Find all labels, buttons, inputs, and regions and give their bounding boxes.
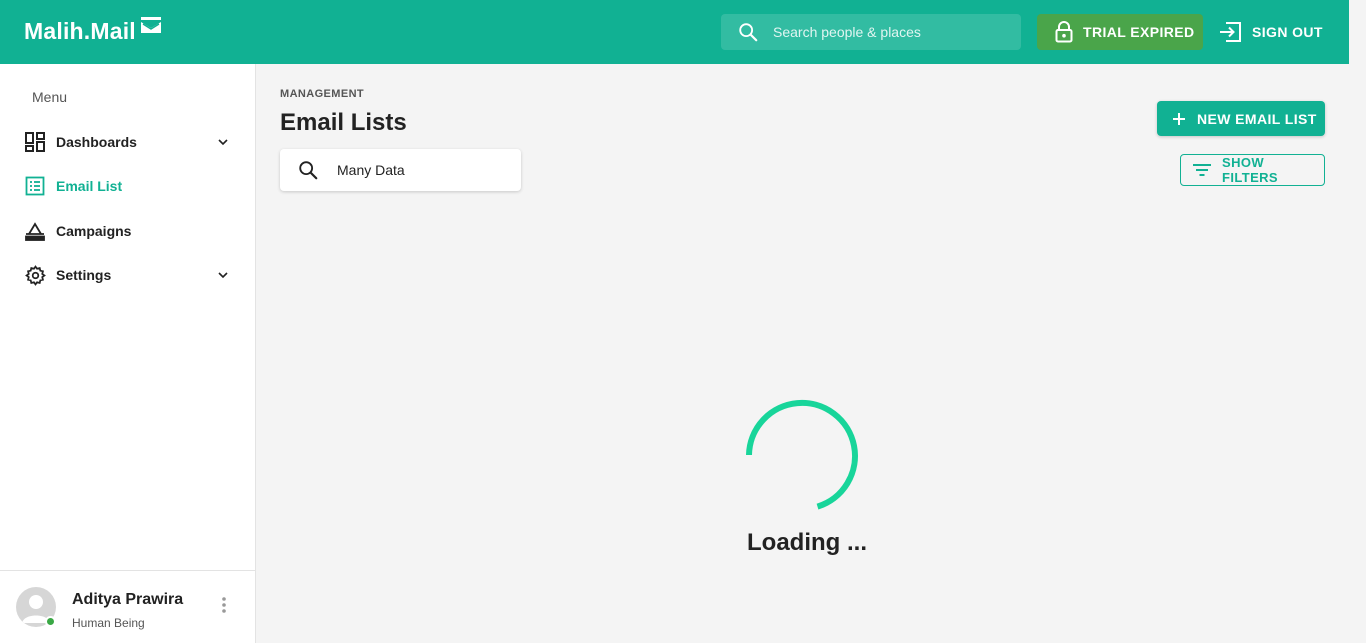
global-search[interactable]	[721, 14, 1021, 50]
sidebar-item-dashboards[interactable]: Dashboards	[0, 122, 255, 162]
campaign-icon	[25, 221, 45, 241]
user-role: Human Being	[72, 616, 145, 630]
brand-logo[interactable]: Malih.Mail	[24, 15, 162, 45]
mail-icon	[140, 15, 162, 42]
sidebar-item-label: Settings	[56, 267, 112, 283]
filter-icon	[1192, 162, 1212, 178]
online-status-dot	[45, 616, 56, 627]
sidebar-item-label: Campaigns	[56, 223, 132, 239]
brand-name: Malih.Mail	[24, 18, 136, 44]
user-name: Aditya Prawira	[72, 591, 184, 608]
top-app-bar: Malih.Mail TRIAL EXPIRED SIGN OUT	[0, 0, 1349, 64]
dashboard-icon	[25, 132, 45, 152]
loading-text: Loading ...	[747, 529, 867, 556]
lock-icon	[1055, 21, 1073, 43]
breadcrumb: MANAGEMENT	[280, 88, 365, 100]
trial-expired-label: TRIAL EXPIRED	[1083, 24, 1195, 40]
new-email-list-button[interactable]: NEW EMAIL LIST	[1157, 101, 1325, 136]
list-search[interactable]	[280, 149, 521, 191]
list-icon	[25, 176, 45, 196]
chevron-down-icon	[216, 135, 230, 149]
sidebar-item-label: Dashboards	[56, 134, 137, 150]
sidebar-item-campaigns[interactable]: Campaigns	[0, 211, 255, 251]
sidebar-item-email-list[interactable]: Email List	[0, 166, 255, 206]
more-options-icon[interactable]	[214, 595, 234, 615]
trial-expired-button[interactable]: TRIAL EXPIRED	[1037, 14, 1203, 50]
show-filters-label: SHOW FILTERS	[1222, 155, 1278, 185]
sidebar-item-label: Email List	[56, 178, 123, 194]
sign-out-icon	[1219, 22, 1242, 42]
menu-heading: Menu	[32, 89, 68, 105]
sidebar: Menu Dashboards Email List Campaigns Set…	[0, 64, 256, 643]
list-search-input[interactable]	[337, 162, 507, 178]
user-profile: Aditya Prawira Human Being	[0, 570, 255, 643]
sign-out-label: SIGN OUT	[1252, 24, 1323, 40]
search-icon	[737, 21, 759, 43]
loading-spinner	[745, 398, 861, 514]
search-icon	[297, 159, 319, 181]
page-title: Email Lists	[280, 109, 407, 136]
sign-out-button[interactable]: SIGN OUT	[1219, 14, 1323, 50]
scrollbar-track	[1349, 0, 1366, 643]
chevron-down-icon	[216, 268, 230, 282]
show-filters-button[interactable]: SHOW FILTERS	[1180, 154, 1325, 186]
new-email-list-label: NEW EMAIL LIST	[1197, 110, 1317, 127]
gear-icon	[25, 264, 46, 286]
global-search-input[interactable]	[773, 24, 1003, 40]
sidebar-item-settings[interactable]: Settings	[0, 255, 255, 295]
plus-icon	[1171, 111, 1187, 127]
